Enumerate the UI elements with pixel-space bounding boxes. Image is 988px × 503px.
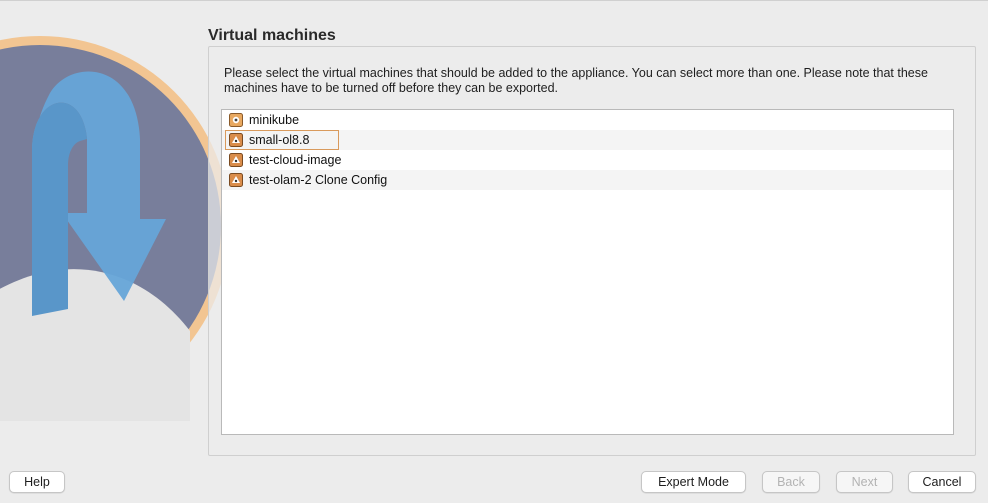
vm-name: test-olam-2 Clone Config <box>249 173 388 187</box>
vm-os-icon <box>229 153 243 167</box>
expert-mode-button[interactable]: Expert Mode <box>641 471 746 493</box>
content-panel: Please select the virtual machines that … <box>208 46 976 456</box>
vm-list-item[interactable]: test-cloud-image <box>222 150 953 170</box>
next-button[interactable]: Next <box>836 471 893 493</box>
help-button[interactable]: Help <box>9 471 65 493</box>
vm-list-item[interactable]: test-olam-2 Clone Config <box>222 170 953 190</box>
vm-name: small-ol8.8 <box>249 133 310 147</box>
instructions-text: Please select the virtual machines that … <box>224 66 928 95</box>
vm-os-icon <box>229 173 243 187</box>
cancel-button[interactable]: Cancel <box>908 471 976 493</box>
vm-list-item-selected[interactable]: small-ol8.8 <box>222 130 953 150</box>
vm-os-icon <box>229 133 243 147</box>
vm-os-icon <box>229 113 243 127</box>
vm-list-item[interactable]: minikube <box>222 110 953 130</box>
hero-graphic <box>0 1 230 461</box>
vm-name: minikube <box>249 113 300 127</box>
vm-name: test-cloud-image <box>249 153 342 167</box>
back-button[interactable]: Back <box>762 471 820 493</box>
wizard-window: Virtual machines Please select the virtu… <box>0 0 988 503</box>
export-arrow-icon <box>0 1 230 461</box>
page-title: Virtual machines <box>208 27 336 44</box>
vm-list[interactable]: minikube small-ol8.8 test-cloud-image te… <box>221 109 954 435</box>
